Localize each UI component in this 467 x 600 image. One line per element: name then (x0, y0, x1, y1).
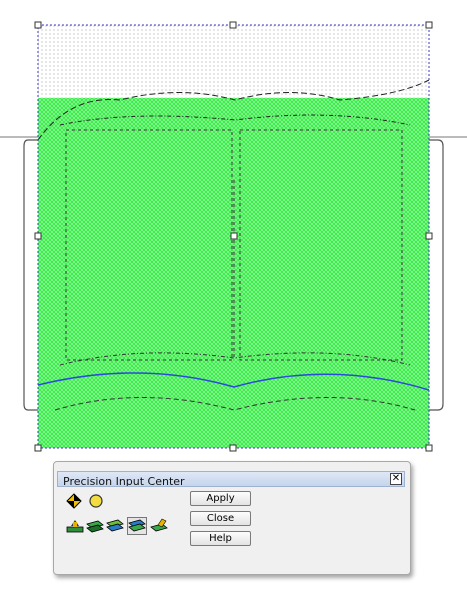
layer-tool-3-icon[interactable] (106, 518, 124, 534)
close-icon[interactable]: ✕ (390, 473, 402, 485)
node-diamond-icon[interactable] (66, 493, 82, 509)
close-button[interactable]: Close (190, 511, 251, 526)
design-canvas[interactable] (0, 0, 467, 460)
apply-button-label: Apply (206, 493, 235, 504)
unfilled-region (38, 25, 429, 105)
panel-title: Precision Input Center (63, 475, 185, 487)
help-button[interactable]: Help (190, 531, 251, 546)
apply-button[interactable]: Apply (190, 491, 251, 506)
layer-tool-1-icon[interactable] (66, 518, 84, 534)
close-button-label: Close (206, 513, 235, 524)
layer-tool-2-icon[interactable] (86, 518, 104, 534)
node-circle-icon[interactable] (88, 493, 104, 509)
layer-tool-5-icon[interactable] (150, 518, 168, 534)
precision-input-panel: Precision Input Center ✕ Apply Close Hel… (53, 461, 411, 575)
layer-tool-4-icon[interactable] (127, 517, 147, 535)
help-button-label: Help (209, 533, 232, 544)
panel-titlebar[interactable]: Precision Input Center ✕ (57, 471, 405, 487)
